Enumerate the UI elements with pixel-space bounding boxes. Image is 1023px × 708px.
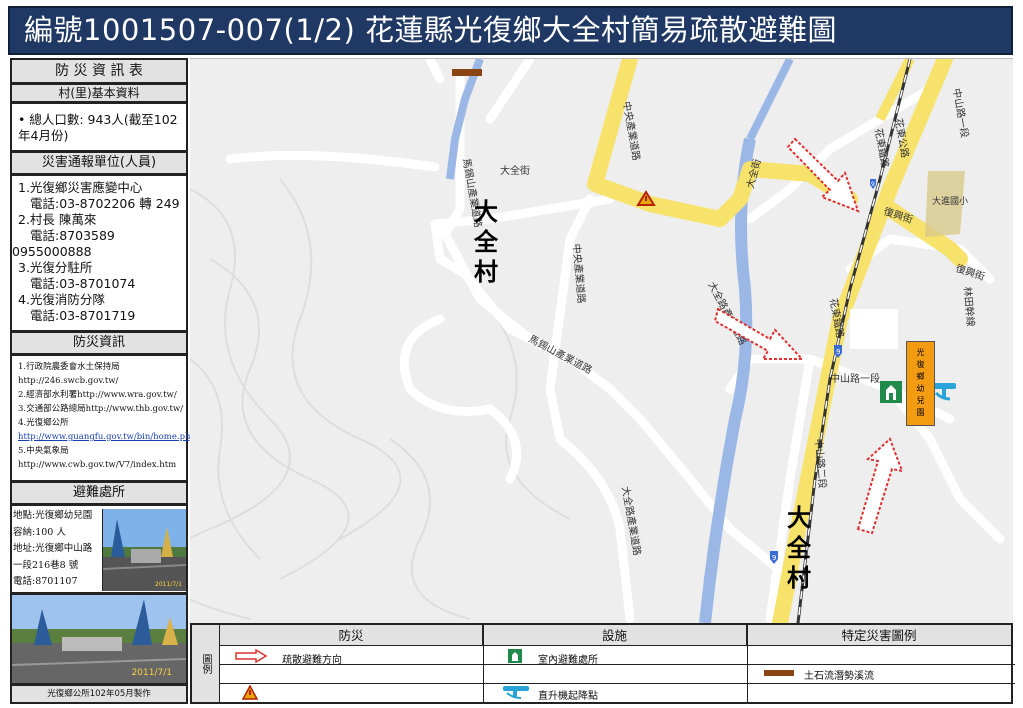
- road-label-linshan-rd: 林田幹線: [961, 286, 977, 327]
- basic-info-header: 村(里)基本資料: [10, 83, 188, 103]
- shelter-line: 電話:8701107: [13, 576, 78, 587]
- legend-col-disaster: 防災: [220, 625, 483, 646]
- shelter-line: 地點:光復鄉幼兒園: [13, 510, 93, 521]
- village-label: 大 全 村: [787, 503, 811, 592]
- report-line: 4.光復消防分隊: [18, 292, 105, 307]
- map-sheet: 編號1001507-007(1/2) 花蓮縣光復鄉大全村簡易疏散避難圖 防 災 …: [0, 0, 1023, 708]
- shelter-photo-large: 2011/7/1: [10, 593, 188, 685]
- road-label-dajin-school: 大進國小: [932, 195, 968, 207]
- shelter-label-char: 兒: [916, 396, 925, 405]
- resource-link[interactable]: http://www.guangfu.gov.tw/bin/home.php: [18, 432, 196, 442]
- resource-line[interactable]: 3.交通部公路總局http://www.thb.gov.tw/: [18, 402, 183, 416]
- debris-flow-marker[interactable]: [452, 69, 482, 76]
- shelter-label-char: 復: [916, 360, 925, 369]
- resource-line: 5.中央氣象局: [18, 446, 69, 456]
- legend-debris-flow: 土石流潛勢溪流: [804, 671, 874, 682]
- evac-arrow-legend-icon: [235, 649, 268, 663]
- resource-link[interactable]: http://246.swcb.gov.tw/: [18, 374, 180, 388]
- debris-flow-legend-icon: [764, 670, 794, 676]
- resource-link[interactable]: http://www.cwb.gov.tw/V7/index.htm: [18, 458, 180, 472]
- photo-date: 2011/7/1: [131, 668, 172, 678]
- shelter-label-char: 光: [916, 348, 925, 357]
- legend-evac-direction: 疏散避難方向: [282, 655, 342, 666]
- report-units-header: 災害通報單位(人員): [10, 151, 188, 175]
- shelter-line: 地址:光復鄉中山路: [13, 543, 93, 554]
- legend-indoor-shelter: 室內避難處所: [538, 655, 598, 666]
- road-label-zhongshan-1b: 中山路一段: [950, 87, 971, 138]
- report-units-list: 1.光復鄉災害應變中心 電話:03-8702206 轉 249 2.村長 陳萬來…: [10, 174, 188, 332]
- svg-text:9: 9: [836, 348, 840, 356]
- resources-header: 防災資訊: [10, 331, 188, 355]
- shelter-label[interactable]: 光 復 鄉 幼 兒 園: [906, 341, 935, 426]
- legend-col-specific: 特定災害圖例: [747, 625, 1011, 646]
- report-line: 0955000888: [12, 244, 92, 259]
- svg-text:9: 9: [871, 181, 875, 188]
- shelter-label-char: 幼: [916, 384, 925, 393]
- info-panel: 防 災 資 訊 表 村(里)基本資料 • 總人口數: 943人(截至102年4月…: [10, 58, 196, 704]
- road-label-central-industrial: 中央產業道路: [620, 100, 643, 161]
- road-label-central-industrial-2: 中央產業道路: [570, 243, 588, 304]
- evac-arrow[interactable]: [713, 307, 805, 360]
- svg-text:9: 9: [772, 554, 776, 562]
- map-area[interactable]: 大全街 大全街 馬錫山產業道路 馬錫山產業道路 中央產業道路 中央產業道路 大全…: [190, 58, 1013, 623]
- village-label: 大 全 村: [474, 197, 498, 286]
- shelter-line: 一段216巷8 號: [13, 559, 79, 571]
- legend: 圖例 防災 設施 特定災害圖例 疏散避難方向 室內避難處所 土石流潛勢溪流 直升…: [190, 623, 1015, 704]
- report-line: 1.光復鄉災害應變中心: [18, 180, 143, 195]
- report-line: 2.村長 陳萬來: [18, 212, 97, 227]
- indoor-shelter-icon[interactable]: [880, 381, 902, 403]
- report-line: 電話:8703589: [30, 228, 115, 243]
- report-line: 電話:03-8701719: [30, 308, 136, 323]
- evac-arrow[interactable]: [856, 437, 904, 535]
- shelter-photo-small: 2011/7/1: [102, 509, 186, 591]
- legend-tag: 圖例: [192, 625, 220, 702]
- page-title: 編號1001507-007(1/2) 花蓮縣光復鄉大全村簡易疏散避難圖: [24, 13, 837, 47]
- report-line: 電話:03-8702206 轉 249: [30, 196, 180, 211]
- photo-date: 2011/7/1: [155, 581, 182, 588]
- shelter-label-char: 鄉: [916, 372, 925, 381]
- shelter-line: 容納:100 人: [13, 526, 66, 538]
- report-line: 電話:03-8701074: [30, 276, 136, 291]
- legend-helipad: 直升機起降點: [538, 691, 598, 702]
- shelter-legend-icon: [508, 649, 522, 663]
- route-marker: 9: [870, 179, 876, 189]
- hazard-legend-icon: [242, 685, 258, 700]
- shelter-header: 避難處所: [10, 481, 188, 505]
- shelter-info: 地點:光復鄉幼兒園 容納:100 人 地址:光復鄉中山路 一段216巷8 號 電…: [10, 504, 188, 594]
- footer-credit: 光復鄉公所102年05月製作: [10, 684, 188, 704]
- info-panel-header: 防 災 資 訊 表: [10, 58, 188, 84]
- helipad-icon[interactable]: [932, 383, 956, 401]
- resource-line: 4.光復鄉公所: [18, 418, 69, 428]
- resource-line[interactable]: 2.經濟部水利署http://www.wra.gov.tw/: [18, 388, 180, 402]
- shelter-label-char: 園: [916, 408, 925, 417]
- map-canvas: 大全街 大全街 馬錫山產業道路 馬錫山產業道路 中央產業道路 中央產業道路 大全…: [190, 59, 1005, 623]
- resources-list: 1.行政院農委會水土保持局 http://246.swcb.gov.tw/ 2.…: [10, 354, 196, 482]
- report-line: 3.光復分駐所: [18, 260, 93, 275]
- resource-line: 1.行政院農委會水土保持局: [18, 362, 120, 372]
- helipad-legend-icon: [503, 686, 529, 699]
- road-label-zhongshan-1: 中山路一段: [830, 372, 880, 385]
- legend-col-facility: 設施: [483, 625, 747, 646]
- road-label-dachuan-st: 大全街: [500, 164, 530, 177]
- population-text: • 總人口數: 943人(截至102年4月份): [18, 112, 178, 143]
- title-bar: 編號1001507-007(1/2) 花蓮縣光復鄉大全村簡易疏散避難圖: [8, 6, 1013, 55]
